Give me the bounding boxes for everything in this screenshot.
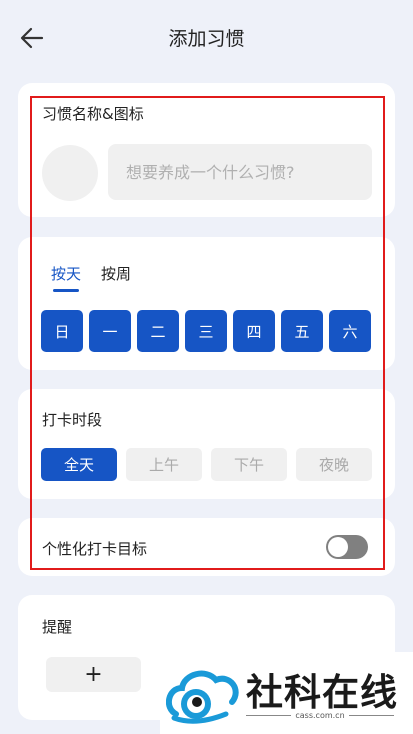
day-button-thu[interactable]: 四 [233, 310, 275, 352]
name-icon-card: 习惯名称&图标 [18, 83, 395, 217]
page-title: 添加习惯 [168, 28, 245, 50]
day-button-mon[interactable]: 一 [89, 310, 131, 352]
goal-toggle[interactable] [326, 535, 368, 559]
watermark-domain-row: cass.com.cn [246, 711, 394, 720]
day-button-fri[interactable]: 五 [281, 310, 323, 352]
day-button-sat[interactable]: 六 [329, 310, 371, 352]
divider [348, 715, 394, 716]
day-button-tue[interactable]: 二 [137, 310, 179, 352]
tab-weekly[interactable]: 按周 [101, 263, 131, 284]
watermark-brand: 社科在线 [246, 671, 398, 714]
tab-underline [53, 289, 79, 292]
period-afternoon-button[interactable]: 下午 [211, 448, 287, 481]
goal-card: 个性化打卡目标 [18, 518, 395, 576]
day-button-wed[interactable]: 三 [185, 310, 227, 352]
period-morning-button[interactable]: 上午 [126, 448, 202, 481]
day-button-sun[interactable]: 日 [41, 310, 83, 352]
period-all-day-button[interactable]: 全天 [41, 448, 117, 481]
name-icon-label: 习惯名称&图标 [42, 105, 144, 123]
goal-label: 个性化打卡目标 [42, 540, 148, 558]
period-night-button[interactable]: 夜晚 [296, 448, 372, 481]
watermark-logo-icon [166, 670, 239, 724]
habit-icon-picker[interactable] [42, 145, 98, 201]
frequency-card: 按天 按周 日 一 二 三 四 五 六 [18, 237, 395, 370]
watermark: 社科在线 cass.com.cn [160, 652, 413, 734]
divider [246, 715, 292, 716]
reminder-label: 提醒 [42, 618, 73, 636]
add-reminder-button[interactable]: + [46, 657, 141, 692]
habit-name-input[interactable] [108, 144, 372, 200]
period-card: 打卡时段 全天 上午 下午 夜晚 [18, 389, 395, 499]
toggle-knob [328, 537, 348, 557]
period-label: 打卡时段 [42, 411, 103, 429]
watermark-domain: cass.com.cn [295, 711, 345, 720]
header: 添加习惯 [0, 0, 413, 76]
tab-daily[interactable]: 按天 [51, 263, 81, 284]
